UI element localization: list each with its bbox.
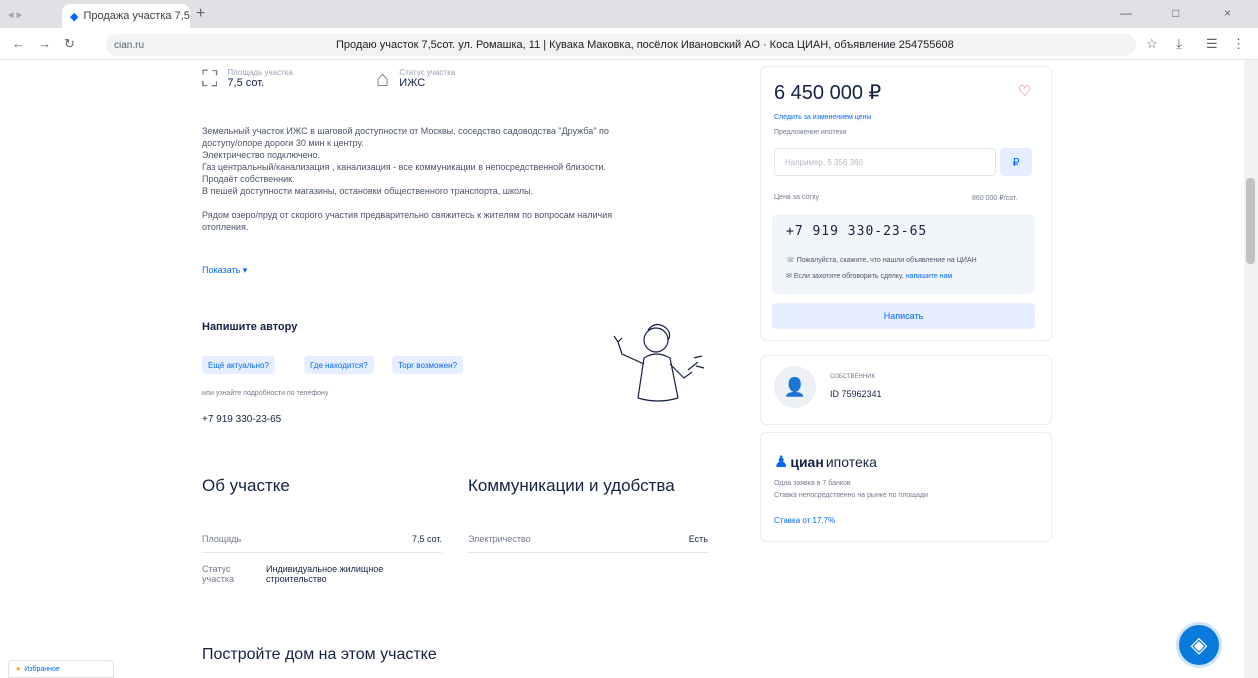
mortgage-line-2: Ставка непосредственно на рынке по площа…	[774, 492, 928, 499]
menu-icon[interactable]: ☰	[1206, 36, 1218, 52]
browser-tab[interactable]: ◆ Продажа участка 7,5сот. ×	[62, 4, 190, 28]
write-button[interactable]: Написать	[772, 303, 1035, 329]
divider	[202, 552, 442, 553]
spec-status: ⌂ Статус участка ИЖС	[376, 68, 455, 90]
new-tab-button[interactable]: +	[196, 6, 205, 22]
address-url: Продаю участок 7,5сот. ул. Ромашка, 11 |…	[336, 39, 954, 51]
mortgage-rate-link[interactable]: Ставка от 17,7%	[774, 516, 835, 525]
favorites-badge[interactable]: ★ Избранное	[8, 660, 114, 678]
star-icon: ★	[15, 666, 22, 673]
price-history-link[interactable]: Следить за изменением цены	[774, 114, 871, 121]
utilities-title: Коммуникации и удобства	[468, 476, 675, 495]
about-status-value: Индивидуальное жилищное строительство	[266, 564, 384, 584]
spec-area: ⛶ Площадь участка 7,5 сот.	[202, 68, 293, 90]
description-line: отопления.	[202, 222, 249, 232]
show-more-link[interactable]: Показать ▾	[202, 265, 247, 276]
chip-bargain[interactable]: Торг возможен?	[392, 356, 464, 374]
mortgage-line-1: Одна заявка в 7 банков	[774, 480, 851, 487]
phone-note-1-text: Пожалуйста, скажите, что нашли объявлени…	[796, 257, 977, 264]
description-line: Земельный участок ИЖС в шаговой доступно…	[202, 126, 609, 136]
browser-tabbar: ◂ ▸ ◆ Продажа участка 7,5сот. × + — □ ×	[0, 0, 1258, 28]
more-icon[interactable]: ⋮	[1232, 36, 1245, 52]
owner-label: СОБСТВЕННИК	[830, 374, 876, 380]
mortgage-logo[interactable]: ♟ циан ипотека	[774, 452, 877, 472]
spec-status-label: Статус участка	[399, 68, 456, 77]
forward-icon[interactable]: →	[38, 36, 51, 51]
minimize-button[interactable]: —	[1120, 6, 1132, 20]
author-phone[interactable]: +7 919 330-23-65	[202, 414, 281, 425]
mortgage-input-button[interactable]: ₽	[1000, 148, 1032, 176]
reload-icon[interactable]: ↻	[64, 36, 75, 52]
price-card	[760, 66, 1052, 341]
close-window-button[interactable]: ×	[1224, 6, 1231, 20]
land-status-icon: ⌂	[376, 66, 390, 91]
divider	[468, 552, 708, 553]
mortgage-input[interactable]: Например, 5 356 360	[774, 148, 996, 176]
owner-id[interactable]: ID 75962341	[830, 389, 882, 399]
favorites-badge-label: Избранное	[24, 665, 60, 673]
chat-bot-icon: ◈	[1190, 632, 1208, 657]
bookmark-icon[interactable]: ☆	[1146, 36, 1158, 52]
build-house-title: Постройте дом на этом участке	[202, 646, 437, 663]
phone-note-icon: ☏	[786, 257, 797, 264]
chip-where[interactable]: Где находится?	[304, 356, 374, 374]
back-icon[interactable]: ←	[12, 36, 25, 51]
utilities-electricity-label: Электричество	[468, 534, 531, 544]
spec-area-value: 7,5 сот.	[227, 77, 265, 89]
phone-note-2-text: Если захотите обговорить сделку,	[793, 273, 904, 280]
phone-note-2: ✉ Если захотите обговорить сделку, напиш…	[786, 272, 952, 280]
illustration-person	[613, 323, 705, 402]
downloads-icon[interactable]: ⤓	[1176, 36, 1182, 52]
description-gap	[202, 197, 702, 209]
about-row-area: Площадь 7,5 сот.	[202, 534, 442, 544]
avatar[interactable]: 👤	[774, 366, 816, 408]
maximize-button[interactable]: □	[1172, 6, 1179, 20]
address-proto: cian.ru	[114, 39, 145, 51]
about-title: Об участке	[202, 476, 290, 495]
utilities-row-electricity: Электричество Есть	[468, 534, 708, 544]
spec-area-label: Площадь участка	[227, 68, 293, 77]
scrollbar[interactable]	[1244, 60, 1258, 678]
about-row-status: Статус участка Индивидуальное жилищное с…	[202, 564, 442, 584]
tab-nav-icon[interactable]: ◂ ▸	[8, 8, 22, 21]
description-line: Рядом озеро/пруд от скорого участия пред…	[202, 210, 613, 220]
scrollbar-thumb[interactable]	[1246, 178, 1255, 264]
mortgage-brand-a: циан	[790, 454, 824, 470]
about-area-value: 7,5 сот.	[411, 534, 442, 544]
write-author-title: Напишите автору	[202, 321, 298, 333]
chat-icon: ✉	[786, 273, 794, 280]
description-line: доступу/опоре дороги 30 мин к центру.	[202, 138, 364, 148]
cian-logo-icon: ♟	[774, 454, 789, 471]
utilities-electricity-value: Есть	[688, 534, 708, 544]
favorite-heart-icon[interactable]: ♡	[1018, 82, 1031, 100]
write-us-link[interactable]: напишите нам	[906, 273, 953, 280]
address-bar[interactable]: cian.ru Продаю участок 7,5сот. ул. Ромаш…	[106, 34, 1136, 56]
description-line: В пешей доступности магазины, остановки …	[202, 186, 534, 196]
chat-bot-button[interactable]: ◈	[1176, 622, 1222, 668]
description-line: Электричество подключено.	[202, 150, 321, 160]
phone-note-1: ☏ Пожалуйста, скажите, что нашли объявле…	[786, 256, 977, 264]
description-line: Газ центральный/канализация , канализаци…	[202, 162, 606, 172]
price-per-sotka-value: 860 000 ₽/сот.	[972, 195, 1018, 202]
price: 6 450 000 ₽	[774, 82, 882, 104]
spec-status-value: ИЖС	[399, 77, 426, 89]
phone-hint: или узнайте подробности по телефону	[202, 390, 329, 397]
land-area-icon: ⛶	[202, 66, 218, 91]
favicon-icon: ◆	[70, 10, 79, 23]
seller-phone[interactable]: +7 919 330-23-65	[786, 224, 927, 239]
price-per-sotka-label: Цена за сотку	[774, 194, 819, 201]
mortgage-card	[760, 432, 1052, 542]
chip-still-actual[interactable]: Ещё актуально?	[202, 356, 275, 374]
mortgage-brand-b: ипотека	[825, 454, 877, 470]
tab-title: Продажа участка 7,5сот.	[83, 10, 190, 22]
about-status-label: Статус участка	[202, 564, 234, 584]
about-area-label: Площадь	[202, 534, 242, 544]
description: Земельный участок ИЖС в шаговой доступно…	[202, 125, 702, 233]
description-line: Продаёт собственник.	[202, 174, 295, 184]
mortgage-label: Предложение ипотеки	[774, 129, 847, 136]
